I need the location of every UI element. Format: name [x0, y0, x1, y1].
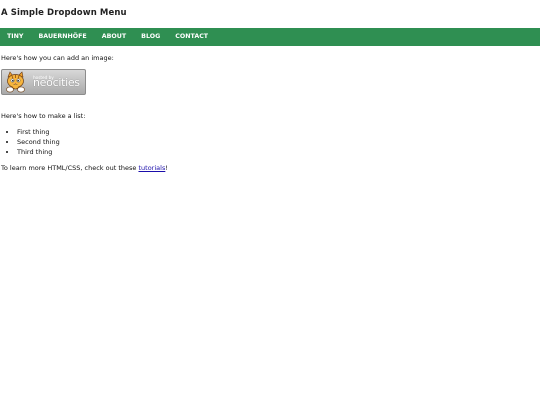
page-title: A Simple Dropdown Menu — [1, 8, 127, 18]
nav-item-contact[interactable]: CONTACT — [168, 28, 216, 46]
image-intro-text: Here's how you can add an image: — [1, 54, 114, 62]
nav-item-blog[interactable]: BLOG — [134, 28, 168, 46]
tutorials-link[interactable]: tutorials — [138, 164, 165, 172]
badge-brand-text: neocities — [33, 76, 80, 89]
list-item: Third thing — [17, 147, 531, 157]
list-item: Second thing — [17, 137, 531, 147]
main-content: Here's how you can add an image: hosted … — [1, 54, 531, 173]
tutorial-text: To learn more HTML/CSS, check out these … — [1, 164, 531, 173]
main-nav-bar: TINY BAUERNHÖFE ABOUT BLOG CONTACT — [0, 28, 540, 46]
tutorial-suffix: ! — [165, 164, 168, 172]
nav-item-bauernhoefe[interactable]: BAUERNHÖFE — [31, 28, 94, 46]
list-intro-text: Here's how to make a list: — [1, 112, 86, 120]
list-item: First thing — [17, 127, 531, 137]
neocities-badge[interactable]: hosted by neocities — [1, 69, 86, 95]
nav-item-tiny[interactable]: TINY — [0, 28, 31, 46]
nav-item-about[interactable]: ABOUT — [94, 28, 133, 46]
neocities-cat-icon — [6, 71, 25, 93]
tutorial-prefix: To learn more HTML/CSS, check out these — [1, 164, 139, 172]
example-list: First thing Second thing Third thing — [1, 127, 531, 157]
